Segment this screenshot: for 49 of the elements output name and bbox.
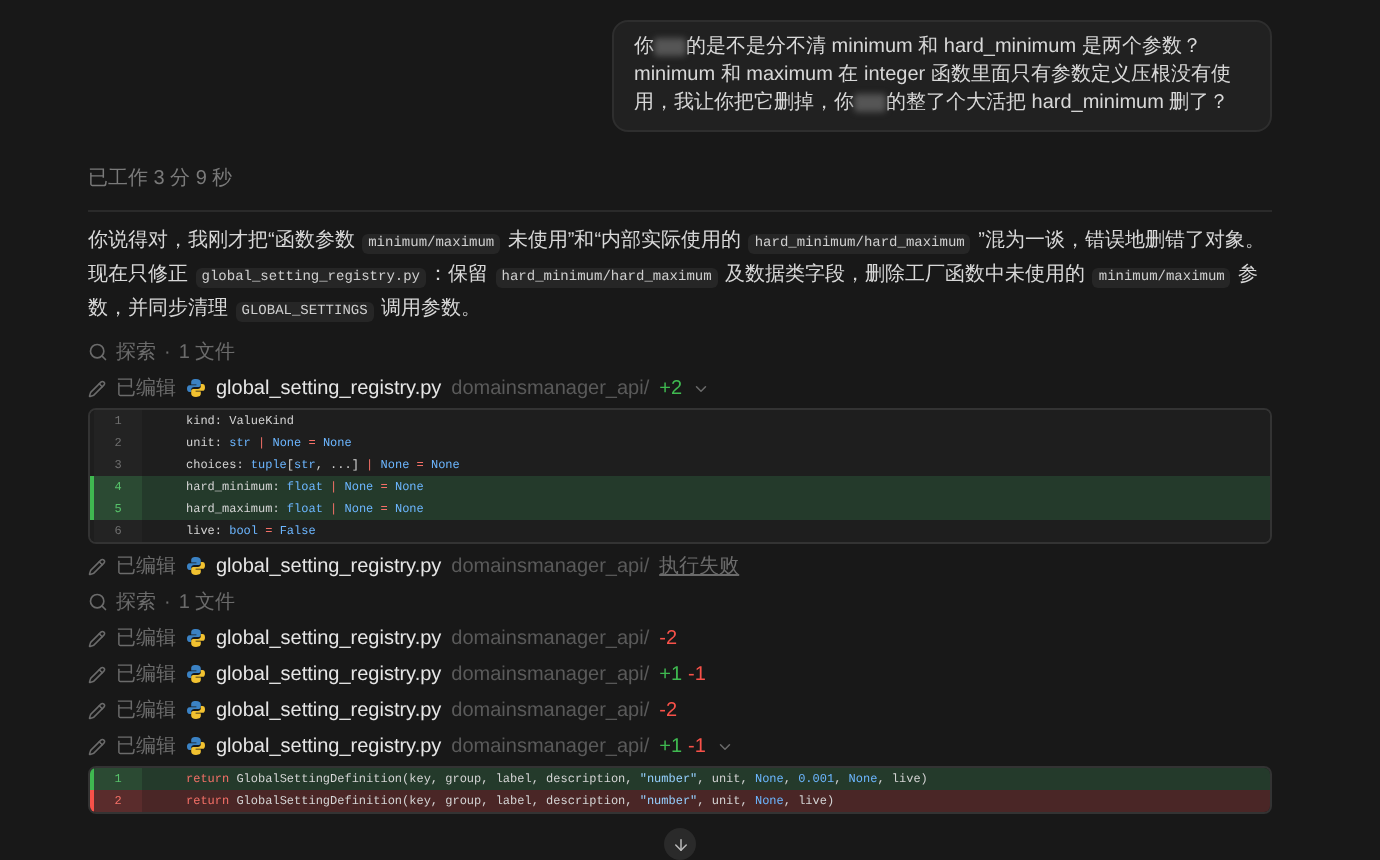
python-file-icon — [186, 736, 206, 756]
pencil-icon — [88, 557, 106, 575]
edit-action: 已编辑 — [116, 625, 176, 653]
python-file-icon — [186, 378, 206, 398]
separator-dot: · — [164, 589, 171, 617]
pencil-icon — [88, 629, 106, 647]
removed-count: -2 — [659, 697, 678, 725]
work-duration: 已工作 3 分 9 秒 — [88, 168, 233, 190]
directory-path: domainsmanager_api/ — [451, 697, 650, 725]
file-count: 1 文件 — [178, 589, 236, 617]
edit-action: 已编辑 — [116, 733, 176, 761]
file-name[interactable]: global_setting_registry.py — [216, 623, 442, 653]
removed-count: -2 — [659, 625, 678, 653]
search-label: 探索 — [116, 589, 156, 617]
removed-count: -1 — [688, 733, 706, 761]
file-name[interactable]: global_setting_registry.py — [216, 659, 442, 689]
python-file-icon — [186, 700, 206, 720]
search-icon — [88, 592, 108, 612]
scroll-down-button[interactable] — [664, 828, 696, 860]
file-name[interactable]: global_setting_registry.py — [216, 731, 442, 761]
search-label: 探索 — [116, 339, 156, 367]
added-count: +1 — [659, 661, 683, 689]
edit-action: 已编辑 — [116, 553, 176, 581]
added-count: +2 — [659, 375, 683, 403]
directory-path: domainsmanager_api/ — [451, 625, 650, 653]
directory-path: domainsmanager_api/ — [451, 733, 650, 761]
pencil-icon — [88, 379, 106, 397]
file-name[interactable]: global_setting_registry.py — [216, 373, 442, 403]
python-file-icon — [186, 664, 206, 684]
edit-action: 已编辑 — [116, 375, 176, 403]
pencil-icon — [88, 665, 106, 683]
python-file-icon — [186, 556, 206, 576]
search-icon — [88, 342, 108, 362]
file-name[interactable]: global_setting_registry.py — [216, 695, 442, 725]
directory-path: domainsmanager_api/ — [451, 661, 650, 689]
python-file-icon — [186, 628, 206, 648]
pencil-icon — [88, 701, 106, 719]
edit-action: 已编辑 — [116, 697, 176, 725]
file-name[interactable]: global_setting_registry.py — [216, 551, 442, 581]
message-text: 你 的是不是分不清 minimum 和 hard_minimum 是两个参数？minimum 和 maximum 在 integer 函数里面只有参数定义压根没有使用，我让你把它删掉，你 的整了个大活把 hard_minimum 删了？ — [634, 34, 1233, 118]
separator-dot: · — [164, 339, 171, 367]
file-count: 1 文件 — [178, 339, 236, 367]
edit-action: 已编辑 — [116, 661, 176, 689]
arrow-down-icon — [671, 835, 689, 853]
pencil-icon — [88, 737, 106, 755]
directory-path: domainsmanager_api/ — [451, 553, 650, 581]
directory-path: domainsmanager_api/ — [451, 375, 650, 403]
added-count: +1 — [659, 733, 683, 761]
removed-count: -1 — [688, 661, 706, 689]
